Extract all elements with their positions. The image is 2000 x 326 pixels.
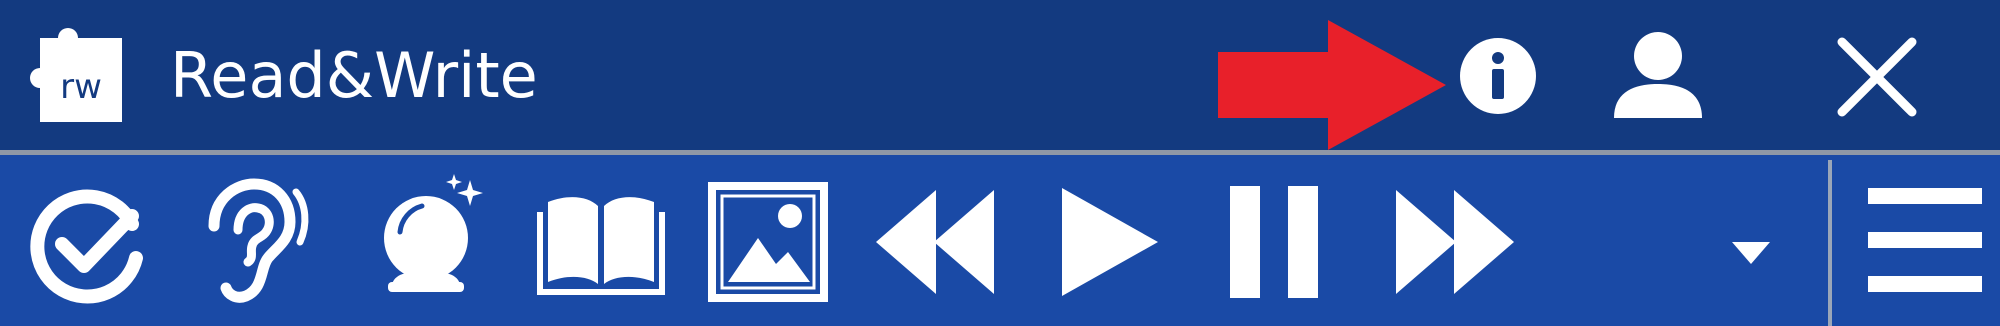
play-icon bbox=[1062, 188, 1158, 296]
close-icon bbox=[1837, 37, 1917, 117]
user-icon bbox=[1614, 32, 1702, 118]
main-menu-button[interactable] bbox=[1866, 184, 1984, 296]
rewind-icon bbox=[876, 190, 994, 294]
book-icon bbox=[537, 197, 665, 295]
prediction-button[interactable] bbox=[370, 172, 490, 312]
app-logo-text: rw bbox=[60, 67, 102, 107]
info-icon bbox=[1460, 38, 1536, 114]
app-title: Read&Write bbox=[170, 39, 538, 112]
crystal-ball-icon bbox=[384, 174, 483, 292]
title-bar: rw Read&Write bbox=[0, 0, 2000, 153]
more-tools-dropdown[interactable] bbox=[1728, 238, 1774, 268]
fast-forward-icon bbox=[1396, 190, 1514, 294]
text-to-speech-button[interactable] bbox=[200, 172, 312, 312]
pause-icon bbox=[1230, 186, 1318, 298]
play-button[interactable] bbox=[1054, 172, 1162, 312]
info-button[interactable] bbox=[1458, 36, 1538, 116]
ear-icon bbox=[208, 178, 309, 303]
close-button[interactable] bbox=[1834, 34, 1920, 120]
toolbar-divider bbox=[1828, 160, 1832, 326]
fast-forward-button[interactable] bbox=[1390, 172, 1518, 312]
check-it-button[interactable] bbox=[26, 172, 152, 312]
pause-button[interactable] bbox=[1224, 172, 1324, 312]
red-arrow-icon bbox=[1218, 20, 1450, 150]
picture-icon bbox=[708, 182, 828, 302]
picture-dictionary-button[interactable] bbox=[706, 172, 830, 312]
user-account-button[interactable] bbox=[1612, 30, 1704, 120]
rewind-button[interactable] bbox=[872, 172, 1000, 312]
hamburger-menu-icon bbox=[1868, 188, 1982, 292]
chevron-down-icon bbox=[1732, 242, 1770, 264]
check-it-icon bbox=[30, 189, 143, 304]
dictionary-button[interactable] bbox=[532, 172, 670, 312]
app-logo: rw bbox=[18, 22, 130, 126]
